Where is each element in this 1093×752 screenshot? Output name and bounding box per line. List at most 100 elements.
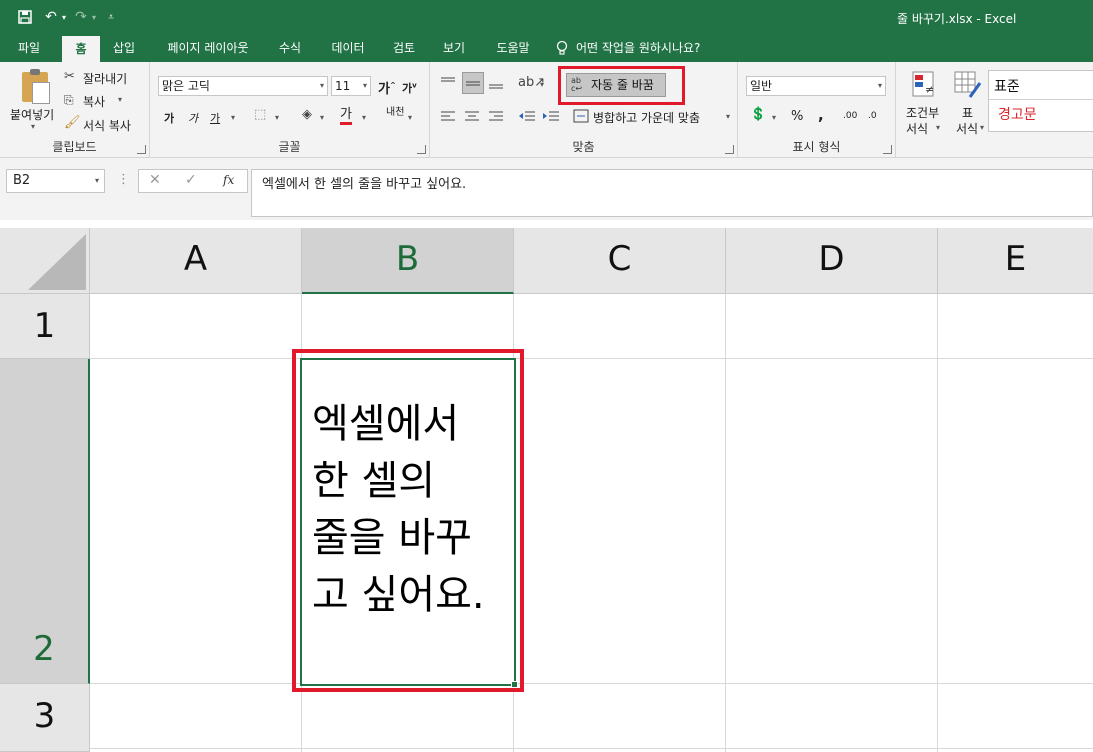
alignment-launcher-icon[interactable] (725, 145, 734, 154)
underline-button[interactable]: 가 (210, 110, 220, 126)
phonetic-dropdown-icon[interactable]: ▾ (408, 113, 412, 122)
accounting-dropdown-icon[interactable]: ▾ (772, 113, 776, 122)
number-group-label: 표시 형식 (792, 140, 841, 154)
conditional-formatting-icon: ≠ (912, 71, 934, 97)
copy-icon[interactable]: ⎘ (64, 93, 74, 107)
tab-view[interactable]: 보기 (434, 34, 474, 62)
tab-insert[interactable]: 삽입 (104, 34, 144, 62)
number-format-select[interactable]: 일반 ▾ (746, 76, 886, 96)
gridline (90, 358, 1093, 359)
redo-dropdown-icon[interactable]: ▾ (92, 13, 96, 22)
lightbulb-icon (556, 40, 568, 55)
undo-icon[interactable]: ↶ (40, 6, 62, 28)
number-launcher-icon[interactable] (883, 145, 892, 154)
merge-center-icon[interactable] (573, 109, 589, 123)
ribbon: 붙여넣기 ▾ ✂ 잘라내기 ⎘ 복사 ▾ 🖌 서식 복사 클립보드 맑은 고딕 ▾… (0, 62, 1093, 158)
scissors-icon[interactable]: ✂ (64, 70, 75, 84)
format-painter-icon[interactable]: 🖌 (64, 116, 81, 130)
number-format-dropdown-icon[interactable]: ▾ (878, 77, 882, 95)
grow-font-button[interactable]: 가^ (378, 78, 396, 97)
font-name-dropdown-icon[interactable]: ▾ (320, 77, 324, 95)
font-size-select[interactable]: 11 ▾ (331, 76, 371, 96)
decrease-indent-icon[interactable] (518, 110, 536, 124)
align-center-icon[interactable] (464, 110, 480, 124)
middle-align-button[interactable] (462, 72, 484, 94)
merge-center-button[interactable]: 병합하고 가운데 맞춤 (593, 109, 700, 126)
cancel-icon[interactable]: ✕ (149, 172, 161, 188)
format-painter-button[interactable]: 서식 복사 (83, 117, 131, 134)
shrink-font-label: 가 (402, 82, 413, 95)
accounting-format-icon[interactable]: 💲 (750, 108, 766, 122)
font-color-dropdown-icon[interactable]: ▾ (362, 113, 366, 122)
paste-dropdown-icon[interactable]: ▾ (31, 122, 35, 131)
border-icon[interactable]: ⬚ (254, 108, 266, 122)
conditional-formatting-line1: 조건부 (906, 106, 940, 120)
ribbon-tabs: 파일 홈 삽입 페이지 레이아웃 수식 데이터 검토 보기 도움말 어떤 작업을… (0, 34, 1093, 62)
column-header-a[interactable]: A (90, 228, 302, 294)
underline-dropdown-icon[interactable]: ▾ (231, 113, 235, 122)
gridline (90, 683, 1093, 684)
column-header-e[interactable]: E (938, 228, 1093, 294)
bottom-align-icon[interactable] (488, 76, 504, 90)
name-box[interactable]: B2 ▾ (6, 169, 105, 193)
enter-icon[interactable]: ✓ (185, 172, 197, 188)
fill-color-dropdown-icon[interactable]: ▾ (320, 113, 324, 122)
clipboard-launcher-icon[interactable] (137, 145, 146, 154)
font-size-value: 11 (335, 79, 351, 93)
quick-access-toolbar: ↶ ▾ ↷ ▾ ⩡ (14, 6, 122, 28)
tell-me-box[interactable]: 어떤 작업을 원하시나요? (556, 34, 700, 62)
increase-indent-icon[interactable] (542, 110, 560, 124)
align-right-icon[interactable] (488, 110, 504, 124)
cell-style-warning[interactable]: 경고문 (998, 104, 1037, 124)
orientation-dropdown-icon[interactable]: ▾ (540, 80, 544, 89)
phonetic-button[interactable]: 내천 (386, 108, 404, 118)
tab-home[interactable]: 홈 (62, 36, 100, 62)
font-name-select[interactable]: 맑은 고딕 ▾ (158, 76, 328, 96)
row-header-1[interactable]: 1 (0, 294, 90, 359)
select-all-button[interactable] (0, 228, 90, 294)
name-box-dropdown-icon[interactable]: ▾ (95, 170, 99, 192)
copy-dropdown-icon[interactable]: ▾ (118, 95, 122, 104)
column-header-c[interactable]: C (514, 228, 726, 294)
italic-button[interactable]: 가 (188, 110, 198, 126)
percent-button[interactable]: % (791, 109, 803, 124)
tab-data[interactable]: 데이터 (322, 34, 374, 62)
font-launcher-icon[interactable] (417, 145, 426, 154)
top-align-icon[interactable] (440, 76, 456, 90)
comma-button[interactable]: , (818, 106, 824, 124)
row-header-3[interactable]: 3 (0, 684, 90, 752)
row-header-2[interactable]: 2 (0, 359, 90, 684)
bold-button[interactable]: 가 (164, 110, 174, 126)
tab-help[interactable]: 도움말 (486, 34, 540, 62)
group-font: 맑은 고딕 ▾ 11 ▾ 가^ 가v 가 가 가 ▾ ⬚ ▾ ◈ ▾ 가 ▾ 내천 … (150, 62, 430, 158)
copy-button[interactable]: 복사 (83, 93, 105, 110)
tab-review[interactable]: 검토 (384, 34, 424, 62)
formula-input[interactable]: 엑셀에서 한 셀의 줄을 바꾸고 싶어요. (251, 169, 1093, 217)
tab-file[interactable]: 파일 (6, 34, 52, 62)
column-header-d[interactable]: D (726, 228, 938, 294)
column-header-b[interactable]: B (302, 228, 514, 294)
format-table-line1: 표 (962, 106, 974, 120)
decrease-decimal-button[interactable]: .0 (868, 111, 877, 121)
font-size-dropdown-icon[interactable]: ▾ (363, 77, 367, 95)
cell-style-normal[interactable]: 표준 (994, 76, 1020, 96)
font-color-button[interactable]: 가 (340, 108, 352, 125)
shrink-font-button[interactable]: 가v (402, 80, 417, 96)
tab-formulas[interactable]: 수식 (268, 34, 312, 62)
tab-page-layout[interactable]: 페이지 레이아웃 (158, 34, 258, 62)
merge-center-dropdown-icon[interactable]: ▾ (726, 112, 730, 121)
align-left-icon[interactable] (440, 110, 456, 124)
title-bar: ↶ ▾ ↷ ▾ ⩡ 줄 바꾸기.xlsx - Excel (0, 0, 1093, 34)
undo-dropdown-icon[interactable]: ▾ (62, 13, 66, 22)
group-clipboard: 붙여넣기 ▾ ✂ 잘라내기 ⎘ 복사 ▾ 🖌 서식 복사 클립보드 (0, 62, 150, 158)
fill-color-icon[interactable]: ◈ (302, 108, 312, 122)
formula-bar-grip-icon[interactable]: ⋮ (117, 172, 130, 187)
save-icon[interactable] (14, 6, 36, 28)
redo-icon[interactable]: ↷ (70, 6, 92, 28)
cut-button[interactable]: 잘라내기 (83, 70, 127, 87)
increase-decimal-button[interactable]: .00 (843, 111, 857, 121)
insert-function-icon[interactable]: fx (223, 173, 234, 187)
svg-text:≠: ≠ (925, 83, 934, 96)
customize-icon[interactable]: ⩡ (100, 6, 122, 28)
border-dropdown-icon[interactable]: ▾ (275, 113, 279, 122)
